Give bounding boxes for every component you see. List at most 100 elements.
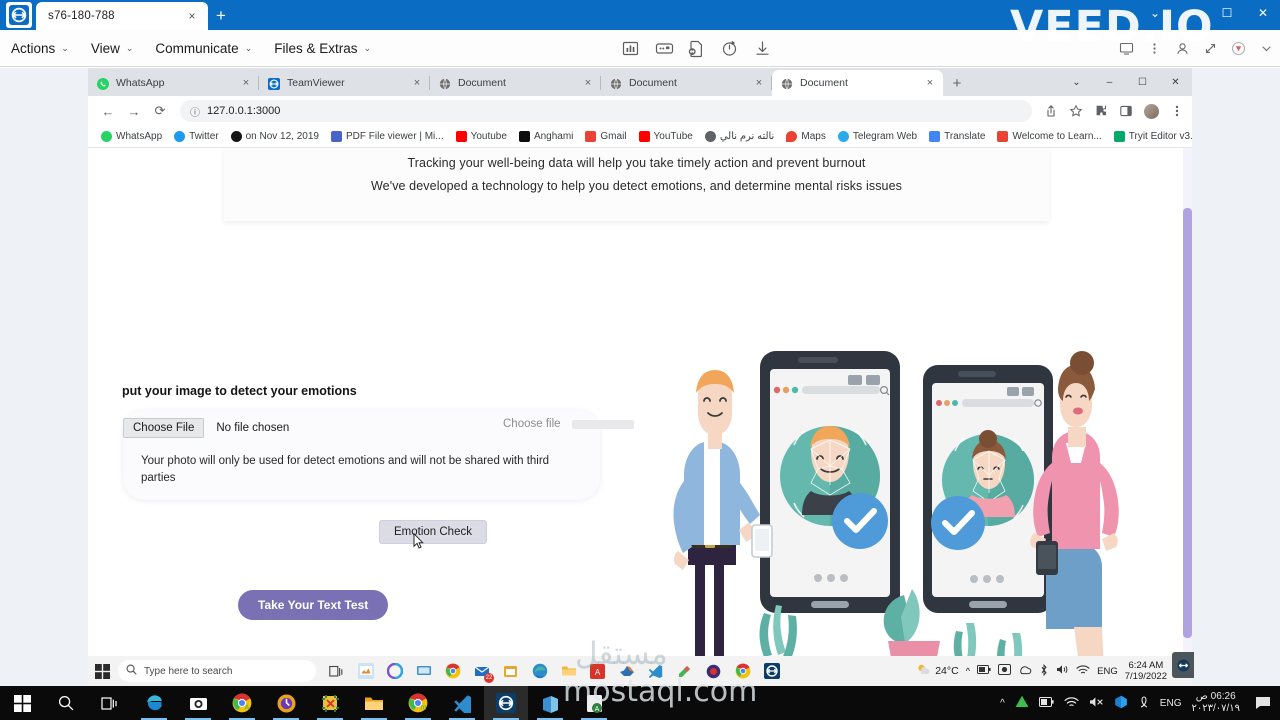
snipping-tool-icon[interactable] [308,686,352,720]
close-icon[interactable]: ✕ [1159,77,1192,88]
close-icon[interactable]: × [923,77,937,89]
teamviewer-new-tab-button[interactable]: + [208,2,234,30]
bar-chart-icon[interactable] [622,40,639,57]
bookmark-item[interactable]: Gmail [579,131,632,142]
maximize-icon[interactable]: ☐ [1126,77,1159,88]
account-icon[interactable] [1175,41,1190,56]
volume-muted-icon[interactable] [1089,696,1104,711]
teamviewer-side-handle[interactable] [1172,652,1194,678]
battery-icon[interactable] [977,665,991,677]
bookmark-item[interactable]: YouTube [633,131,699,142]
share-icon[interactable] [1044,104,1058,118]
site-info-icon[interactable]: ⓘ [190,104,200,119]
bookmark-item[interactable]: Tryit Editor v3.6 [1108,131,1192,142]
extensions-puzzle-icon[interactable] [1094,104,1108,118]
cortana-icon[interactable] [380,657,409,685]
more-vertical-icon[interactable] [1147,41,1162,56]
close-icon[interactable]: × [184,9,200,23]
bookmark-item[interactable]: Maps [780,131,831,142]
close-icon[interactable]: ✕ [1246,6,1280,20]
remote-search-box[interactable]: Type here to search [118,660,316,682]
camera-icon[interactable] [176,686,220,720]
back-button[interactable]: ← [96,99,120,123]
opera-gx-icon[interactable] [699,657,728,685]
show-hidden-icon[interactable]: ^ [1000,698,1005,709]
teamviewer-icon[interactable] [757,657,786,685]
bluetooth-icon[interactable] [1039,663,1049,679]
forward-button[interactable]: → [122,99,146,123]
bookmark-item[interactable]: PDF File viewer | Mi... [325,131,450,142]
page-scrollbar[interactable] [1183,148,1192,668]
profile-avatar[interactable] [1144,103,1159,119]
malwarebytes-icon[interactable] [1114,695,1128,712]
onedrive-icon[interactable] [998,664,1012,678]
monitor-icon[interactable] [1119,41,1134,56]
session-restart-icon[interactable] [721,40,738,57]
close-icon[interactable]: × [752,77,766,89]
task-view-icon[interactable] [88,686,132,720]
bookmark-item[interactable]: Welcome to Learn... [991,131,1107,142]
mail-icon[interactable]: 22 [467,657,496,685]
menu-files-extras[interactable]: Files & Extras ⌄ [263,30,382,66]
side-panel-icon[interactable] [1119,104,1133,118]
menu-actions[interactable]: Actions ⌄ [0,30,80,66]
weather-widget[interactable]: 24°C [916,663,959,679]
volume-icon[interactable] [1056,664,1069,678]
menu-communicate[interactable]: Communicate ⌄ [144,30,263,66]
close-icon[interactable]: × [410,77,424,89]
bookmark-item[interactable]: Youtube [450,131,513,142]
chrome-icon[interactable] [728,657,757,685]
wifi-icon[interactable] [1064,696,1079,711]
menu-view[interactable]: View ⌄ [80,30,145,66]
edge-icon[interactable] [525,657,554,685]
pen-icon[interactable] [1138,695,1150,712]
minimize-icon[interactable]: – [1093,77,1126,88]
browser-tab-document-2[interactable]: Document × [601,70,772,96]
show-hidden-icon[interactable]: ^ [966,666,970,677]
remote-desktop-screen[interactable]: WhatsApp × TeamViewer × Document × Docum… [0,68,1280,686]
take-text-test-button[interactable]: Take Your Text Test [238,590,389,620]
new-tab-button[interactable]: + [943,70,971,96]
download-icon[interactable] [754,40,771,57]
file-explorer-icon[interactable] [554,657,583,685]
acrobat-icon[interactable]: A [572,686,616,720]
file-explorer-icon[interactable] [352,686,396,720]
file-input-row[interactable]: Choose File No file chosen [123,418,289,438]
browser-tab-whatsapp[interactable]: WhatsApp × [88,70,259,96]
acrobat-icon[interactable]: A [583,657,612,685]
store-icon[interactable] [496,657,525,685]
fullscreen-icon[interactable] [1203,41,1218,56]
bookmark-star-icon[interactable] [1069,104,1083,118]
vscode-icon[interactable] [440,686,484,720]
choose-file-button[interactable]: Choose File [123,418,205,438]
chevron-down-icon[interactable] [1259,41,1274,56]
close-icon[interactable]: × [581,77,595,89]
chevron-down-icon[interactable]: ⌄ [1138,6,1172,20]
wifi-icon[interactable] [1076,664,1090,678]
action-center-icon[interactable] [1250,696,1276,710]
remote-control-icon[interactable] [655,40,674,57]
matlab-icon[interactable] [612,657,641,685]
store-icon[interactable] [528,686,572,720]
bookmark-item[interactable]: Translate [923,131,991,142]
maximize-icon[interactable]: ☐ [1210,6,1244,20]
address-bar[interactable]: ⓘ 127.0.0.1:3000 [180,100,1032,122]
bookmark-item[interactable]: Telegram Web [832,131,923,142]
chrome-icon[interactable]: A [220,686,264,720]
file-transfer-icon[interactable] [688,40,705,58]
chevron-down-icon[interactable]: ⌄ [1060,77,1093,88]
bookmark-item[interactable]: Anghami [513,131,579,142]
windows-start-icon[interactable] [0,686,44,720]
reload-button[interactable]: ⟳ [148,99,172,123]
avast-triangle-icon[interactable] [1015,695,1029,711]
host-clock[interactable]: 06:26 ص ٢٠٢٣/٠٧/١٩ [1191,691,1240,715]
browser-tab-teamviewer[interactable]: TeamViewer × [259,70,430,96]
emotion-check-button[interactable]: Emotion Check [379,520,487,544]
page-scrollbar-thumb[interactable] [1183,208,1192,638]
cloud-icon[interactable] [1018,665,1032,678]
close-icon[interactable]: × [239,77,253,89]
battery-icon[interactable] [1038,696,1054,710]
teamviewer-session-tab[interactable]: s76-180-788 × [36,2,208,30]
close-session-icon[interactable] [1231,41,1246,56]
bookmark-item[interactable]: Twitter [168,131,224,142]
